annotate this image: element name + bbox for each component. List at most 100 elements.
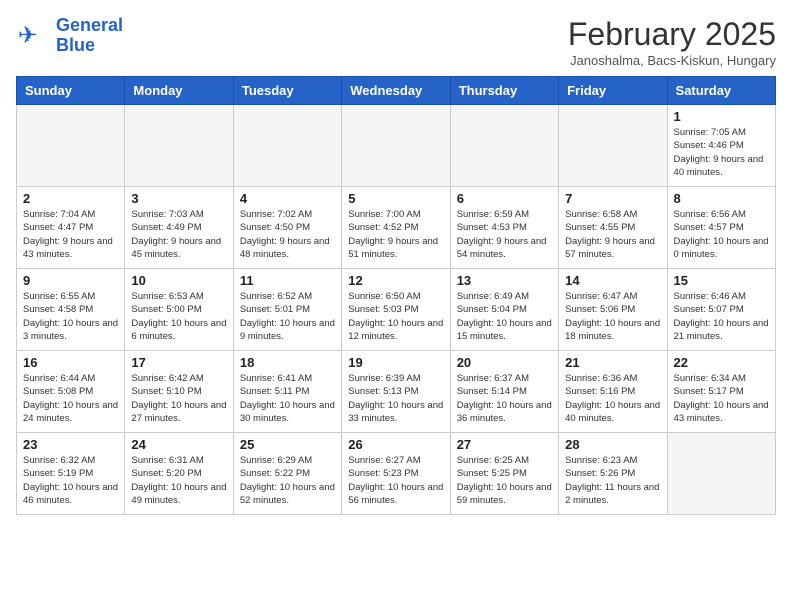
day-number: 10 bbox=[131, 273, 226, 288]
day-info: Sunrise: 7:00 AM Sunset: 4:52 PM Dayligh… bbox=[348, 208, 443, 261]
day-number: 16 bbox=[23, 355, 118, 370]
day-info: Sunrise: 6:55 AM Sunset: 4:58 PM Dayligh… bbox=[23, 290, 118, 343]
calendar-cell: 21 Sunrise: 6:36 AM Sunset: 5:16 PM Dayli… bbox=[559, 351, 667, 433]
day-info: Sunrise: 6:25 AM Sunset: 5:25 PM Dayligh… bbox=[457, 454, 552, 507]
day-number: 12 bbox=[348, 273, 443, 288]
weekday-header-monday: Monday bbox=[125, 77, 233, 105]
day-number: 22 bbox=[674, 355, 769, 370]
day-number: 3 bbox=[131, 191, 226, 206]
weekday-header-friday: Friday bbox=[559, 77, 667, 105]
day-info: Sunrise: 6:31 AM Sunset: 5:20 PM Dayligh… bbox=[131, 454, 226, 507]
logo-general: General bbox=[56, 15, 123, 35]
calendar-cell bbox=[17, 105, 125, 187]
day-info: Sunrise: 6:56 AM Sunset: 4:57 PM Dayligh… bbox=[674, 208, 769, 261]
day-info: Sunrise: 6:46 AM Sunset: 5:07 PM Dayligh… bbox=[674, 290, 769, 343]
calendar-cell: 18 Sunrise: 6:41 AM Sunset: 5:11 PM Dayli… bbox=[233, 351, 341, 433]
calendar-cell: 24 Sunrise: 6:31 AM Sunset: 5:20 PM Dayli… bbox=[125, 433, 233, 515]
calendar-cell: 20 Sunrise: 6:37 AM Sunset: 5:14 PM Dayli… bbox=[450, 351, 558, 433]
day-info: Sunrise: 6:50 AM Sunset: 5:03 PM Dayligh… bbox=[348, 290, 443, 343]
day-number: 19 bbox=[348, 355, 443, 370]
day-number: 11 bbox=[240, 273, 335, 288]
calendar-cell: 15 Sunrise: 6:46 AM Sunset: 5:07 PM Dayli… bbox=[667, 269, 775, 351]
day-number: 25 bbox=[240, 437, 335, 452]
calendar-cell bbox=[233, 105, 341, 187]
day-number: 24 bbox=[131, 437, 226, 452]
weekday-header-row: SundayMondayTuesdayWednesdayThursdayFrid… bbox=[17, 77, 776, 105]
day-info: Sunrise: 6:53 AM Sunset: 5:00 PM Dayligh… bbox=[131, 290, 226, 343]
day-info: Sunrise: 6:36 AM Sunset: 5:16 PM Dayligh… bbox=[565, 372, 660, 425]
location-subtitle: Janoshalma, Bacs-Kiskun, Hungary bbox=[568, 53, 776, 68]
week-row-5: 23 Sunrise: 6:32 AM Sunset: 5:19 PM Dayli… bbox=[17, 433, 776, 515]
day-info: Sunrise: 6:37 AM Sunset: 5:14 PM Dayligh… bbox=[457, 372, 552, 425]
calendar-cell: 22 Sunrise: 6:34 AM Sunset: 5:17 PM Dayli… bbox=[667, 351, 775, 433]
title-block: February 2025 Janoshalma, Bacs-Kiskun, H… bbox=[568, 16, 776, 68]
day-info: Sunrise: 7:05 AM Sunset: 4:46 PM Dayligh… bbox=[674, 126, 769, 179]
day-info: Sunrise: 6:32 AM Sunset: 5:19 PM Dayligh… bbox=[23, 454, 118, 507]
day-info: Sunrise: 6:44 AM Sunset: 5:08 PM Dayligh… bbox=[23, 372, 118, 425]
logo: ✈ General Blue bbox=[16, 16, 123, 56]
page-header: ✈ General Blue February 2025 Janoshalma,… bbox=[16, 16, 776, 68]
calendar-table: SundayMondayTuesdayWednesdayThursdayFrid… bbox=[16, 76, 776, 515]
day-info: Sunrise: 6:29 AM Sunset: 5:22 PM Dayligh… bbox=[240, 454, 335, 507]
day-info: Sunrise: 6:41 AM Sunset: 5:11 PM Dayligh… bbox=[240, 372, 335, 425]
calendar-cell: 26 Sunrise: 6:27 AM Sunset: 5:23 PM Dayli… bbox=[342, 433, 450, 515]
calendar-cell: 4Sunrise: 7:02 AM Sunset: 4:50 PM Daylig… bbox=[233, 187, 341, 269]
day-number: 4 bbox=[240, 191, 335, 206]
weekday-header-tuesday: Tuesday bbox=[233, 77, 341, 105]
day-number: 21 bbox=[565, 355, 660, 370]
day-number: 28 bbox=[565, 437, 660, 452]
day-number: 6 bbox=[457, 191, 552, 206]
logo-text: General Blue bbox=[56, 16, 123, 56]
week-row-1: 1 Sunrise: 7:05 AM Sunset: 4:46 PM Daylig… bbox=[17, 105, 776, 187]
day-number: 17 bbox=[131, 355, 226, 370]
day-number: 20 bbox=[457, 355, 552, 370]
calendar-cell: 1 Sunrise: 7:05 AM Sunset: 4:46 PM Daylig… bbox=[667, 105, 775, 187]
calendar-cell: 10 Sunrise: 6:53 AM Sunset: 5:00 PM Dayli… bbox=[125, 269, 233, 351]
day-number: 1 bbox=[674, 109, 769, 124]
calendar-cell: 27Sunrise: 6:25 AM Sunset: 5:25 PM Dayli… bbox=[450, 433, 558, 515]
day-number: 14 bbox=[565, 273, 660, 288]
day-info: Sunrise: 7:04 AM Sunset: 4:47 PM Dayligh… bbox=[23, 208, 118, 261]
day-number: 15 bbox=[674, 273, 769, 288]
calendar-cell: 25 Sunrise: 6:29 AM Sunset: 5:22 PM Dayli… bbox=[233, 433, 341, 515]
calendar-cell: 11Sunrise: 6:52 AM Sunset: 5:01 PM Dayli… bbox=[233, 269, 341, 351]
day-info: Sunrise: 6:27 AM Sunset: 5:23 PM Dayligh… bbox=[348, 454, 443, 507]
calendar-cell: 9 Sunrise: 6:55 AM Sunset: 4:58 PM Daylig… bbox=[17, 269, 125, 351]
day-info: Sunrise: 6:23 AM Sunset: 5:26 PM Dayligh… bbox=[565, 454, 660, 507]
day-info: Sunrise: 6:39 AM Sunset: 5:13 PM Dayligh… bbox=[348, 372, 443, 425]
day-number: 8 bbox=[674, 191, 769, 206]
day-number: 7 bbox=[565, 191, 660, 206]
day-info: Sunrise: 6:49 AM Sunset: 5:04 PM Dayligh… bbox=[457, 290, 552, 343]
calendar-cell: 23 Sunrise: 6:32 AM Sunset: 5:19 PM Dayli… bbox=[17, 433, 125, 515]
day-number: 23 bbox=[23, 437, 118, 452]
calendar-cell bbox=[559, 105, 667, 187]
day-info: Sunrise: 7:03 AM Sunset: 4:49 PM Dayligh… bbox=[131, 208, 226, 261]
week-row-3: 9 Sunrise: 6:55 AM Sunset: 4:58 PM Daylig… bbox=[17, 269, 776, 351]
day-info: Sunrise: 6:47 AM Sunset: 5:06 PM Dayligh… bbox=[565, 290, 660, 343]
calendar-cell: 8 Sunrise: 6:56 AM Sunset: 4:57 PM Daylig… bbox=[667, 187, 775, 269]
calendar-cell: 28 Sunrise: 6:23 AM Sunset: 5:26 PM Dayli… bbox=[559, 433, 667, 515]
calendar-cell: 14 Sunrise: 6:47 AM Sunset: 5:06 PM Dayli… bbox=[559, 269, 667, 351]
month-title: February 2025 bbox=[568, 16, 776, 53]
logo-icon: ✈ bbox=[16, 18, 52, 54]
day-number: 2 bbox=[23, 191, 118, 206]
day-number: 9 bbox=[23, 273, 118, 288]
calendar-cell bbox=[450, 105, 558, 187]
logo-blue: Blue bbox=[56, 36, 123, 56]
weekday-header-saturday: Saturday bbox=[667, 77, 775, 105]
day-info: Sunrise: 6:34 AM Sunset: 5:17 PM Dayligh… bbox=[674, 372, 769, 425]
day-number: 5 bbox=[348, 191, 443, 206]
calendar-cell bbox=[125, 105, 233, 187]
day-number: 18 bbox=[240, 355, 335, 370]
calendar-cell: 2 Sunrise: 7:04 AM Sunset: 4:47 PM Daylig… bbox=[17, 187, 125, 269]
calendar-cell: 3 Sunrise: 7:03 AM Sunset: 4:49 PM Daylig… bbox=[125, 187, 233, 269]
svg-text:✈: ✈ bbox=[18, 22, 38, 48]
weekday-header-sunday: Sunday bbox=[17, 77, 125, 105]
calendar-cell: 12 Sunrise: 6:50 AM Sunset: 5:03 PM Dayli… bbox=[342, 269, 450, 351]
day-number: 13 bbox=[457, 273, 552, 288]
calendar-cell: 5 Sunrise: 7:00 AM Sunset: 4:52 PM Daylig… bbox=[342, 187, 450, 269]
calendar-cell: 16 Sunrise: 6:44 AM Sunset: 5:08 PM Dayli… bbox=[17, 351, 125, 433]
day-number: 26 bbox=[348, 437, 443, 452]
weekday-header-wednesday: Wednesday bbox=[342, 77, 450, 105]
calendar-cell: 13 Sunrise: 6:49 AM Sunset: 5:04 PM Dayli… bbox=[450, 269, 558, 351]
